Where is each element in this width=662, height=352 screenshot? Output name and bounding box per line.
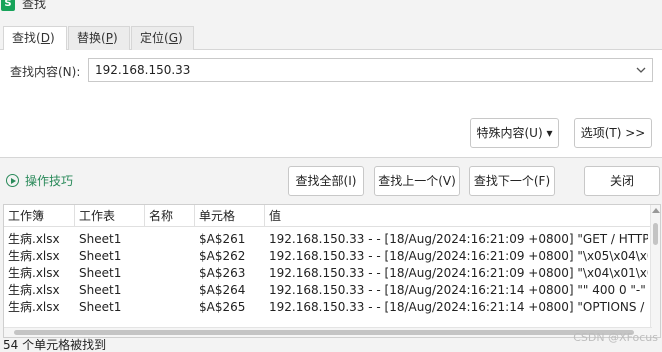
- horizontal-scroll-thumb[interactable]: [14, 330, 634, 335]
- horizontal-scrollbar[interactable]: [4, 327, 652, 337]
- table-row[interactable]: 生病.xlsx Sheet1 $A$264 192.168.150.33 - -…: [4, 282, 652, 299]
- find-all-button[interactable]: 查找全部(I): [288, 166, 364, 196]
- tab-find[interactable]: 查找(D): [3, 26, 67, 51]
- close-button[interactable]: 关闭: [584, 166, 660, 196]
- cell-workbook: 生病.xlsx: [8, 283, 60, 297]
- special-format-button[interactable]: 特殊内容(U) ▾: [470, 118, 559, 148]
- cell-sheet: Sheet1: [79, 232, 122, 246]
- results-header: 工作簿 工作表 名称 单元格 值: [4, 205, 652, 227]
- cell-workbook: 生病.xlsx: [8, 300, 60, 314]
- vertical-scroll-thumb[interactable]: [653, 223, 658, 245]
- table-row[interactable]: 生病.xlsx Sheet1 $A$262 192.168.150.33 - -…: [4, 248, 652, 265]
- find-panel: 查找内容(N): 192.168.150.33 特殊内容(U) ▾ 选项(T) …: [0, 50, 662, 158]
- cell-value: 192.168.150.33 - - [18/Aug/2024:16:21:09…: [269, 232, 648, 246]
- tab-goto-key: G: [168, 31, 179, 45]
- scroll-up-arrow-icon[interactable]: [652, 208, 660, 213]
- play-circle-icon: [6, 174, 19, 187]
- tab-bar: 查找(D) 替换(P) 定位(G): [0, 26, 662, 51]
- cell-value: 192.168.150.33 - - [18/Aug/2024:16:21:14…: [269, 283, 648, 297]
- cell-address: $A$261: [199, 232, 246, 246]
- watermark: CSDN @XFocus: [573, 331, 658, 344]
- cell-workbook: 生病.xlsx: [8, 266, 60, 280]
- tab-find-label: 查找: [12, 31, 37, 45]
- cell-value: 192.168.150.33 - - [18/Aug/2024:16:21:09…: [269, 249, 648, 263]
- cell-value: 192.168.150.33 - - [18/Aug/2024:16:21:14…: [269, 300, 648, 314]
- wps-spreadsheet-icon: S: [1, 0, 15, 11]
- cell-sheet: Sheet1: [79, 283, 122, 297]
- find-what-combobox[interactable]: 192.168.150.33: [88, 58, 653, 82]
- column-header-value[interactable]: 值: [265, 205, 652, 227]
- cell-address: $A$264: [199, 283, 246, 297]
- tab-replace[interactable]: 替换(P): [68, 26, 130, 50]
- column-header-sheet[interactable]: 工作表: [75, 205, 145, 227]
- chevron-down-icon[interactable]: [635, 64, 647, 76]
- cell-sheet: Sheet1: [79, 266, 122, 280]
- find-previous-button[interactable]: 查找上一个(V): [374, 166, 460, 196]
- table-row[interactable]: 生病.xlsx Sheet1 $A$263 192.168.150.33 - -…: [4, 265, 652, 282]
- find-what-label: 查找内容(N):: [10, 65, 81, 79]
- tab-goto[interactable]: 定位(G): [131, 26, 194, 50]
- tips-link[interactable]: 操作技巧: [6, 172, 73, 190]
- cell-address: $A$262: [199, 249, 246, 263]
- find-what-value: 192.168.150.33: [95, 63, 191, 77]
- cell-sheet: Sheet1: [79, 249, 122, 263]
- tab-replace-label: 替换: [77, 31, 102, 45]
- find-next-button[interactable]: 查找下一个(F): [469, 166, 555, 196]
- table-row[interactable]: 生病.xlsx Sheet1 $A$261 192.168.150.33 - -…: [4, 231, 652, 248]
- tips-label: 操作技巧: [25, 174, 74, 188]
- dialog-title: 查找: [22, 0, 47, 11]
- vertical-scrollbar[interactable]: [650, 205, 660, 337]
- cell-sheet: Sheet1: [79, 300, 122, 314]
- title-bar: S 查找: [0, 0, 662, 14]
- tab-goto-label: 定位: [140, 31, 165, 45]
- cell-workbook: 生病.xlsx: [8, 232, 60, 246]
- column-header-cell[interactable]: 单元格: [195, 205, 265, 227]
- cell-address: $A$265: [199, 300, 246, 314]
- options-button[interactable]: 选项(T) >>: [574, 118, 652, 148]
- cell-value: 192.168.150.33 - - [18/Aug/2024:16:21:09…: [269, 266, 648, 280]
- cell-address: $A$263: [199, 266, 246, 280]
- tab-replace-key: P: [105, 31, 113, 45]
- cell-workbook: 生病.xlsx: [8, 249, 60, 263]
- table-row[interactable]: 生病.xlsx Sheet1 $A$265 192.168.150.33 - -…: [4, 299, 652, 316]
- column-header-name[interactable]: 名称: [145, 205, 195, 227]
- tab-find-key: D: [40, 31, 50, 45]
- results-list[interactable]: 工作簿 工作表 名称 单元格 值 生病.xlsx Sheet1 $A$261 1…: [3, 204, 661, 338]
- column-header-workbook[interactable]: 工作簿: [4, 205, 75, 227]
